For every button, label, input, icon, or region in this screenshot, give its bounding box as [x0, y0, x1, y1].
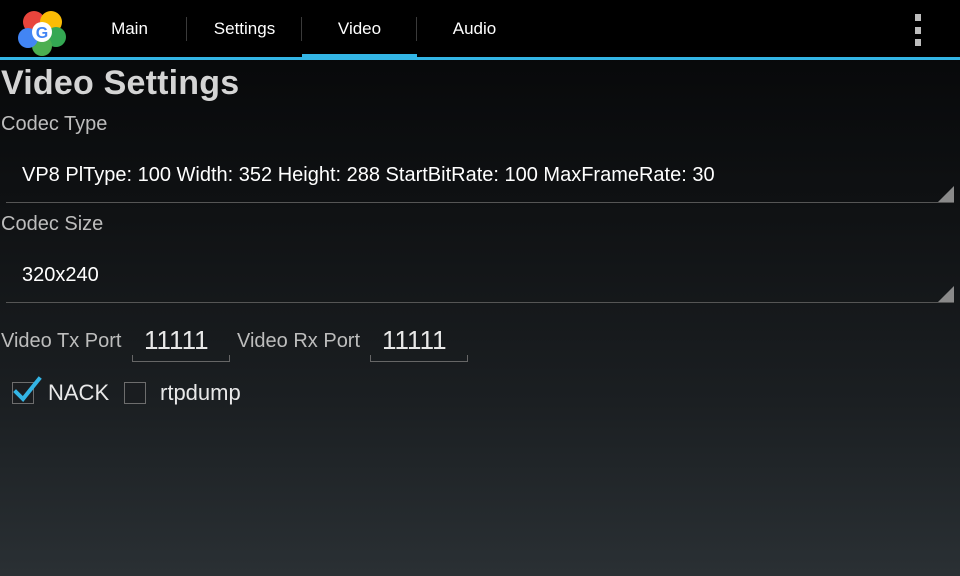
tab-video[interactable]: Video	[302, 0, 417, 60]
video-rx-port-label: Video Rx Port	[237, 330, 361, 352]
overflow-menu-icon[interactable]	[906, 12, 930, 48]
field-edge	[229, 355, 230, 362]
rtpdump-checkbox[interactable]	[124, 382, 146, 404]
action-bar: G Main Settings Video Audio	[0, 0, 960, 60]
codec-size-label: Codec Size	[1, 213, 104, 235]
video-tx-port-label: Video Tx Port	[1, 330, 122, 352]
spinner-underline	[6, 302, 954, 303]
rtpdump-checkbox-row[interactable]: rtpdump	[124, 376, 241, 410]
field-edge	[370, 355, 371, 362]
tab-label: Settings	[213, 18, 276, 38]
action-bar-accent-rule	[0, 57, 960, 60]
codec-type-value: VP8 PlType: 100 Width: 352 Height: 288 S…	[22, 164, 715, 186]
tab-bar: Main Settings Video Audio	[72, 0, 532, 60]
video-rx-port-value: 11111	[382, 325, 447, 355]
dropdown-arrow-icon	[938, 186, 954, 202]
video-rx-port-field[interactable]: 11111	[370, 322, 468, 362]
field-edge	[467, 355, 468, 362]
field-edge	[132, 355, 133, 362]
svg-text:G: G	[36, 25, 48, 42]
rtpdump-label: rtpdump	[160, 380, 241, 405]
tab-audio[interactable]: Audio	[417, 0, 532, 57]
tab-label: Video	[337, 18, 382, 38]
page-title: Video Settings	[1, 64, 240, 102]
codec-type-label: Codec Type	[1, 113, 108, 135]
tab-label: Audio	[452, 18, 497, 38]
tab-main[interactable]: Main	[72, 0, 187, 57]
codec-size-spinner[interactable]: 320x240	[6, 253, 954, 303]
video-settings-screen: G Main Settings Video Audio Video Settin…	[0, 0, 960, 576]
webrtc-logo-icon[interactable]: G	[18, 8, 66, 56]
nack-checkbox-row[interactable]: NACK	[12, 376, 109, 410]
dropdown-arrow-icon	[938, 286, 954, 302]
video-tx-port-field[interactable]: 11111	[132, 322, 230, 362]
codec-size-value: 320x240	[22, 264, 99, 286]
field-underline	[132, 361, 230, 362]
codec-type-spinner[interactable]: VP8 PlType: 100 Width: 352 Height: 288 S…	[6, 153, 954, 203]
checkmark-icon	[13, 376, 42, 402]
nack-checkbox[interactable]	[12, 376, 42, 404]
nack-label: NACK	[48, 380, 110, 405]
field-underline	[370, 361, 468, 362]
tab-settings[interactable]: Settings	[187, 0, 302, 57]
spinner-underline	[6, 202, 954, 203]
tab-label: Main	[111, 18, 148, 38]
video-tx-port-value: 11111	[144, 325, 209, 355]
